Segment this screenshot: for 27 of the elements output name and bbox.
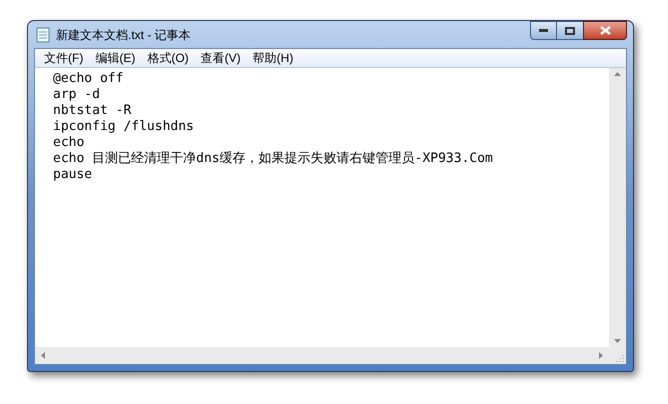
text-line: ipconfig /flushdns (53, 119, 194, 135)
window-title: 新建文本文档.txt - 记事本 (56, 26, 191, 44)
horizontal-scrollbar[interactable] (35, 347, 609, 364)
menu-item[interactable]: 格式(O) (141, 48, 195, 68)
menu-item[interactable]: 编辑(E) (89, 48, 142, 68)
menu-item[interactable]: 查看(V) (194, 48, 247, 68)
scroll-right-icon (599, 352, 603, 359)
maximize-icon (565, 26, 575, 34)
scroll-up-icon (614, 72, 621, 76)
notepad-icon (36, 26, 50, 42)
close-button[interactable] (583, 21, 627, 40)
text-line: arp -d (53, 87, 100, 103)
text-line: nbtstat -R (53, 103, 132, 119)
vertical-scrollbar[interactable] (609, 68, 626, 347)
text-line: @echo off (53, 71, 124, 87)
menu-item[interactable]: 文件(F) (38, 48, 90, 68)
text-line: echo 目测已经清理干净dns缓存，如果提示失败请右键管理员-XP933.Com (53, 151, 493, 167)
maximize-button[interactable] (557, 21, 583, 40)
text-line: echo (53, 135, 84, 151)
minimize-button[interactable] (530, 21, 557, 40)
close-icon (600, 26, 610, 35)
scroll-down-icon (614, 339, 621, 343)
menu-item[interactable]: 帮助(H) (246, 48, 300, 68)
resize-grip-icon (616, 354, 624, 362)
scroll-left-icon (41, 352, 45, 359)
minimize-icon (539, 29, 548, 32)
text-line: pause (53, 167, 92, 183)
